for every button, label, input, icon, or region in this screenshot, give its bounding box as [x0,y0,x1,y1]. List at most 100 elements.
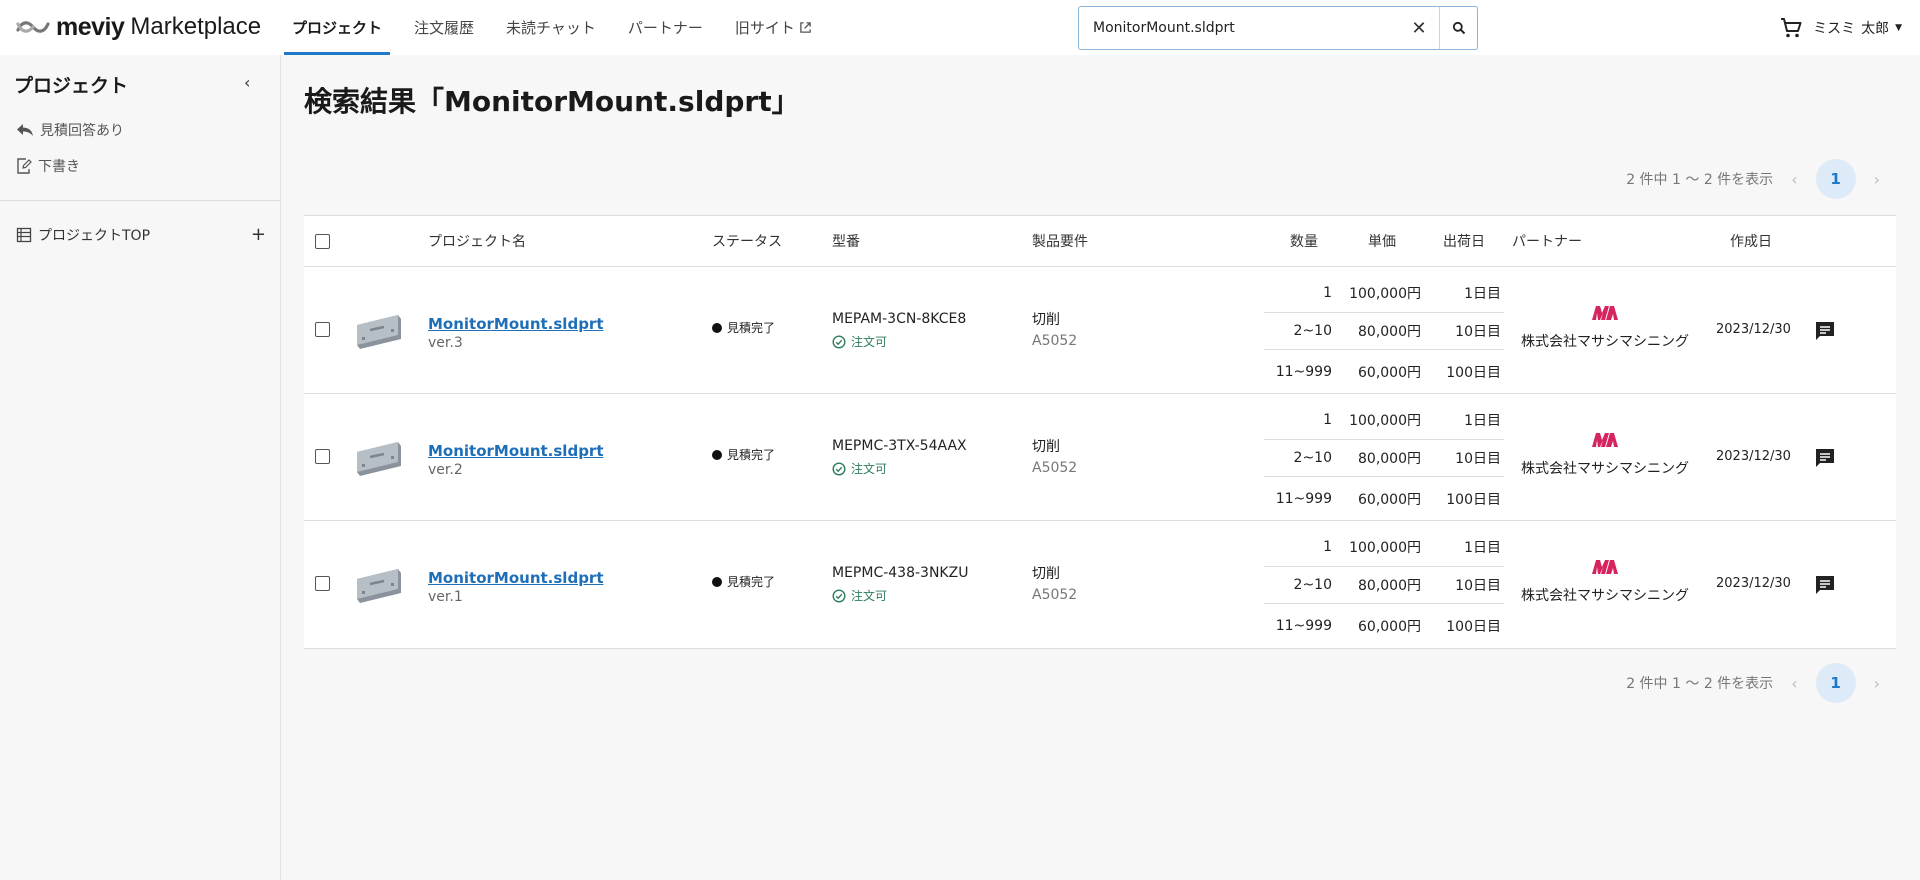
prev-page-icon[interactable]: ‹ [1791,674,1797,693]
partner-logo-icon [1592,306,1618,320]
price-qty: 1 [1323,412,1332,428]
process-type: 切削 [1032,439,1060,455]
price-row: 1 100,000円 1日目 [1264,267,1504,313]
results-table: プロジェクト名 ステータス 型番 製品要件 数量 単価 出荷日 パートナー 作成… [304,215,1896,649]
price-qty: 11~999 [1275,491,1332,507]
next-page-icon[interactable]: › [1874,170,1880,189]
price-row: 1 100,000円 1日目 [1264,394,1504,440]
chat-icon[interactable] [1813,573,1837,597]
price-days: 10日目 [1455,578,1501,594]
partner-cell: 株式会社マサシマシニング [1517,305,1693,351]
partner-logo-icon [1592,433,1618,447]
price-qty: 2~10 [1293,323,1332,339]
project-name-link[interactable]: MonitorMount.sldprt [428,315,604,333]
logo-brand: meviy [56,12,125,41]
search-icon [1452,21,1465,35]
sidebar-item-drafts[interactable]: 下書き [16,156,80,176]
row-checkbox[interactable] [315,322,330,337]
page-button[interactable]: 1 [1815,159,1856,199]
header-right: ミスミ 太郎 ▼ [1779,0,1902,55]
price-row: 11~999 60,000円 100日目 [1264,350,1504,394]
chat-icon[interactable] [1813,446,1837,470]
status-dot-icon [712,449,722,460]
page-button[interactable]: 1 [1815,663,1856,703]
status-badge: 見積完了 [712,319,775,336]
search-box: ✕ [1078,6,1478,50]
price-row: 11~999 60,000円 100日目 [1264,604,1504,648]
process-type: 切削 [1032,566,1060,582]
partner-cell: 株式会社マサシマシニング [1517,432,1693,478]
orderable-badge: 注文可 [832,333,887,350]
table-row[interactable]: MonitorMount.sldprt ver.2 見積完了 MEPMC-3TX… [304,394,1896,521]
pagination-bottom: 2 件中 1 〜 2 件を表示 ‹ 1 › [1626,663,1880,703]
price-qty: 1 [1323,539,1332,555]
material: A5052 [1032,587,1078,603]
search-input[interactable] [1079,7,1399,49]
nav-unread-chat[interactable]: 未読チャット [498,0,604,55]
logo-sub: Marketplace [130,13,262,40]
search-button[interactable] [1439,7,1477,49]
nav-old-site-label: 旧サイト [734,19,795,37]
project-version: ver.1 [428,589,463,605]
table-header: プロジェクト名 ステータス 型番 製品要件 数量 単価 出荷日 パートナー 作成… [304,216,1896,267]
price-days: 1日目 [1464,413,1501,429]
chat-icon[interactable] [1813,319,1837,343]
sidebar-item-project-top[interactable]: プロジェクトTOP + [16,224,266,245]
price-unit: 80,000円 [1358,451,1421,467]
price-days: 100日目 [1446,619,1501,635]
nav-partners[interactable]: パートナー [620,0,711,55]
next-page-icon[interactable]: › [1874,674,1880,693]
project-version: ver.3 [428,335,463,351]
price-unit: 60,000円 [1358,365,1421,381]
project-name-link[interactable]: MonitorMount.sldprt [428,569,604,587]
price-qty: 2~10 [1293,577,1332,593]
row-checkbox[interactable] [315,449,330,464]
pagination-summary: 2 件中 1 〜 2 件を表示 [1626,676,1774,692]
top-header: meviy Marketplace プロジェクト 注文履歴 未読チャット パート… [0,0,1920,55]
add-project-icon[interactable]: + [251,224,266,245]
status-label: 見積完了 [727,575,776,589]
col-project-name: プロジェクト名 [428,234,526,250]
table-row[interactable]: MonitorMount.sldprt ver.1 見積完了 MEPMC-438… [304,521,1896,648]
status-dot-icon [712,576,722,587]
user-menu[interactable]: ミスミ 太郎 ▼ [1813,18,1902,38]
prev-page-icon[interactable]: ‹ [1791,170,1797,189]
check-circle-icon [832,588,846,603]
status-dot-icon [712,322,722,333]
table-row[interactable]: MonitorMount.sldprt ver.3 見積完了 MEPAM-3CN… [304,267,1896,394]
partner-name: 株式会社マサシマシニング [1521,461,1689,477]
sidebar-divider [0,200,280,201]
process-type: 切削 [1032,312,1060,328]
price-row: 2~10 80,000円 10日目 [1264,313,1504,350]
col-quantity: 数量 [1290,234,1318,250]
sidebar: プロジェクト ‹ 見積回答あり 下書き プロジェクトTOP + [0,55,281,880]
orderable-badge: 注文可 [832,587,887,604]
project-name-link[interactable]: MonitorMount.sldprt [428,442,604,460]
cart-icon[interactable] [1779,16,1803,40]
sidebar-title: プロジェクト [14,75,129,97]
price-table: 1 100,000円 1日目 2~10 80,000円 10日目 11~999 60,00… [1264,267,1504,394]
clear-search-icon[interactable]: ✕ [1399,7,1439,49]
nav-old-site[interactable]: 旧サイト [727,0,820,55]
draft-icon [17,158,32,174]
nav-order-history[interactable]: 注文履歴 [406,0,482,55]
sidebar-item-quote-replied[interactable]: 見積回答あり [16,120,124,140]
price-qty: 11~999 [1275,364,1332,380]
select-all-checkbox[interactable] [315,234,330,249]
logo[interactable]: meviy Marketplace [16,12,261,42]
sidebar-item-label: 見積回答あり [40,123,124,139]
row-checkbox[interactable] [315,576,330,591]
col-status: ステータス [712,234,782,250]
nav-projects[interactable]: プロジェクト [284,0,391,55]
collapse-sidebar-icon[interactable]: ‹ [244,73,250,92]
user-family-name: ミスミ [1813,20,1856,37]
price-unit: 60,000円 [1358,492,1421,508]
col-model: 型番 [832,234,860,250]
price-days: 10日目 [1455,451,1501,467]
status-badge: 見積完了 [712,573,775,590]
created-date: 2023/12/30 [1716,322,1791,337]
external-link-icon [800,22,811,33]
orderable-badge: 注文可 [832,460,887,477]
sidebar-item-label: 下書き [38,159,80,175]
col-ship-day: 出荷日 [1443,234,1485,250]
